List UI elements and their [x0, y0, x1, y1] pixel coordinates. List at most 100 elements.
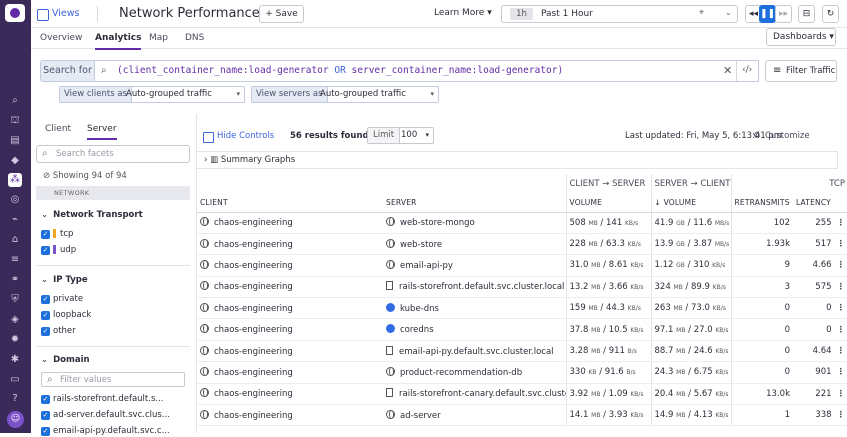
col-latency[interactable]: LATENCY [793, 194, 847, 213]
table-row[interactable]: chaos-engineering email-api-py.default.sv… [197, 340, 847, 363]
facet-item-domain[interactable]: ✓ ad-server.default.svc.clus... [41, 410, 170, 421]
checkbox-checked[interactable]: ✓ [41, 427, 50, 436]
zoom-out-icon[interactable]: ⊟ [798, 5, 815, 23]
links-icon[interactable]: ⚭ [8, 273, 22, 287]
logs-icon[interactable]: ≡ [8, 253, 22, 267]
more-icon[interactable]: ⋮ [834, 260, 845, 270]
more-icon[interactable]: ⋮ [834, 282, 845, 292]
checkbox-checked[interactable]: ✓ [41, 230, 50, 239]
table-row[interactable]: chaos-engineering ad-server 14.1 MB / 3.93… [197, 404, 847, 427]
checkbox-checked[interactable]: ✓ [41, 327, 50, 336]
watchdog-icon[interactable]: ⛫ [8, 114, 22, 128]
cell-client[interactable]: chaos-engineering [197, 404, 383, 427]
checkbox-checked[interactable]: ✓ [41, 411, 50, 420]
learn-more-button[interactable]: Learn More ▾ [434, 5, 494, 23]
facet-item-private[interactable]: ✓ private [41, 294, 83, 305]
cell-client[interactable]: chaos-engineering [197, 212, 383, 234]
cell-server[interactable]: email-api-py [383, 254, 566, 277]
cell-server[interactable]: web-store [383, 233, 566, 256]
table-row[interactable]: chaos-engineering product-recommendation-… [197, 361, 847, 384]
cell-server[interactable]: ad-server [383, 404, 566, 427]
checkbox-checked[interactable]: ✓ [41, 295, 50, 304]
chat-icon[interactable]: ▭ [8, 373, 22, 387]
more-icon[interactable]: ⋮ [834, 367, 845, 377]
facet-item-udp[interactable]: ✓ udp [41, 245, 76, 256]
facet-item-other[interactable]: ✓ other [41, 326, 76, 337]
table-row[interactable]: chaos-engineering web-store 228 MB / 63.3 … [197, 233, 847, 256]
facet-domain[interactable]: Domain [41, 355, 89, 365]
search-input[interactable]: ⌕ (client_container_name:load-generator … [95, 60, 759, 82]
security-icon[interactable]: ⛨ [8, 293, 22, 307]
cell-server[interactable]: web-store-mongo [383, 212, 566, 234]
chevron-down-icon[interactable]: ⌄ [725, 8, 732, 17]
tab-dns[interactable]: DNS [185, 32, 204, 44]
cell-server[interactable]: email-api-py.default.svc.cluster.local [383, 340, 566, 363]
more-icon[interactable]: ⋮ [834, 325, 845, 335]
col-c2s-volume[interactable]: VOLUME [565, 194, 651, 213]
view-servers-select[interactable]: View servers as Auto-grouped traffic ▾ [251, 86, 439, 103]
page-title[interactable]: Network Performance⌄ [119, 5, 273, 24]
gear-icon[interactable]: ✹ [8, 333, 22, 347]
search-icon[interactable]: ⌕ [8, 94, 22, 108]
cell-server[interactable]: coredns [383, 318, 566, 341]
facet-ip-type[interactable]: IP Type [41, 275, 88, 285]
shield-icon[interactable]: ◈ [8, 313, 22, 327]
more-icon[interactable]: ⋮ [834, 410, 845, 420]
cell-client[interactable]: chaos-engineering [197, 383, 383, 406]
monitors-icon[interactable]: ◆ [8, 154, 22, 168]
cell-client[interactable]: chaos-engineering [197, 254, 383, 277]
filter-values-input[interactable]: ⌕ Filter values [41, 372, 185, 387]
col-client[interactable]: CLIENT [197, 194, 383, 213]
views-button[interactable]: Views [37, 6, 80, 22]
tab-server[interactable]: Server [87, 124, 117, 140]
search-facets-input[interactable]: ⌕ Search facets [36, 145, 190, 163]
pause-button[interactable]: ❚❚ [759, 5, 776, 23]
more-icon[interactable]: ⋮ [834, 346, 845, 356]
datadog-logo-icon[interactable] [5, 4, 25, 22]
help-icon[interactable]: ? [8, 392, 22, 406]
facet-item-tcp[interactable]: ✓ tcp [41, 229, 73, 240]
save-button[interactable]: + Save [259, 5, 304, 23]
forward-button[interactable]: ▸▸ [775, 5, 792, 23]
limit-select[interactable]: Limit 100 ▾ [367, 127, 434, 144]
table-row[interactable]: chaos-engineering rails-storefront.defaul… [197, 276, 847, 299]
cell-server[interactable]: kube-dns [383, 297, 566, 320]
cell-client[interactable]: chaos-engineering [197, 297, 383, 320]
col-server[interactable]: SERVER [383, 194, 566, 213]
ci-icon[interactable]: ✱ [8, 353, 22, 367]
facet-item-loopback[interactable]: ✓ loopback [41, 310, 91, 321]
tab-client[interactable]: Client [45, 124, 71, 134]
avatar[interactable]: ☺ [7, 411, 24, 428]
table-row[interactable]: chaos-engineering rails-storefront-canary… [197, 383, 847, 406]
checkbox-checked[interactable]: ✓ [41, 311, 50, 320]
time-picker[interactable]: 1h Past 1 Hour ⌖ ⌄ [501, 5, 738, 23]
facet-item-domain[interactable]: ✓ rails-storefront.default.s... [41, 394, 164, 405]
code-icon[interactable]: ‹/› [742, 65, 752, 75]
cell-server[interactable]: rails-storefront-canary.default.svc.clus… [383, 383, 566, 406]
cell-client[interactable]: chaos-engineering [197, 233, 383, 256]
pin-icon[interactable]: ⌖ [699, 8, 704, 18]
refresh-icon[interactable]: ↻ [822, 5, 839, 23]
more-icon[interactable]: ⋮ [834, 239, 845, 249]
facet-item-domain[interactable]: ✓ email-api-py.default.svc.c... [41, 426, 170, 437]
cell-client[interactable]: chaos-engineering [197, 276, 383, 299]
dashboards-icon[interactable]: ▤ [8, 134, 22, 148]
close-icon[interactable]: ✕ [723, 64, 732, 77]
integrations-icon[interactable]: ◎ [8, 193, 22, 207]
cell-client[interactable]: chaos-engineering [197, 318, 383, 341]
customize-button[interactable]: ⚙ Customize [753, 131, 810, 141]
checkbox-checked[interactable]: ✓ [41, 246, 50, 255]
col-s2c-volume[interactable]: ↓ VOLUME [650, 194, 731, 213]
cell-server[interactable]: product-recommendation-db [383, 361, 566, 384]
view-clients-select[interactable]: View clients as Auto-grouped traffic ▾ [59, 86, 245, 103]
apm-icon[interactable]: ⌁ [8, 213, 22, 227]
col-retransmits[interactable]: RETRANSMITS [730, 194, 793, 213]
checkbox-checked[interactable]: ✓ [41, 395, 50, 404]
table-row[interactable]: chaos-engineering web-store-mongo 508 MB /… [197, 212, 847, 234]
table-row[interactable]: chaos-engineering coredns 37.8 MB / 10.5 K… [197, 318, 847, 341]
infrastructure-icon[interactable]: ⌂ [8, 233, 22, 247]
hide-controls-button[interactable]: Hide Controls [203, 131, 274, 143]
tab-overview[interactable]: Overview [40, 32, 82, 44]
tab-analytics[interactable]: Analytics [95, 32, 142, 50]
summary-graphs-toggle[interactable]: › ▥ Summary Graphs [197, 151, 838, 169]
